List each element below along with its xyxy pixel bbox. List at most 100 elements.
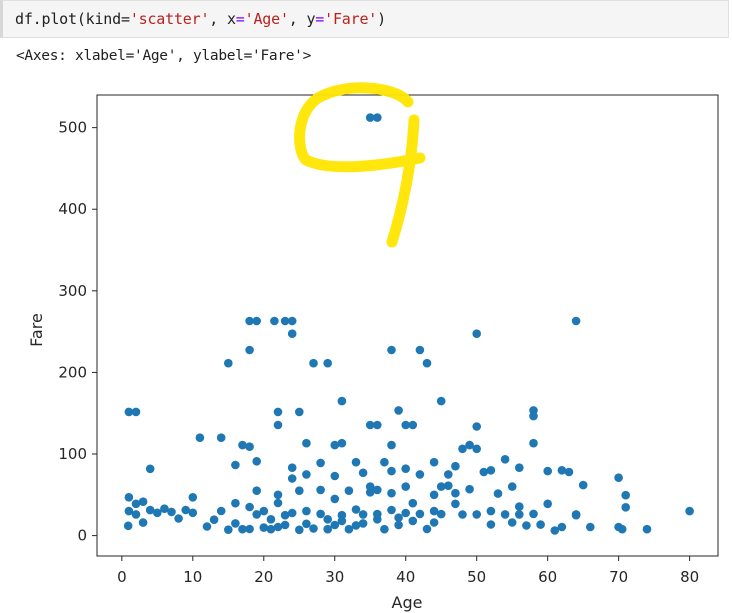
y-tick-label: 200 <box>58 363 87 381</box>
scatter-point <box>124 493 134 502</box>
scatter-point <box>202 522 212 531</box>
scatter-point <box>436 396 446 406</box>
y-ticks: 0 100 200 300 400 500 <box>58 119 97 545</box>
scatter-point <box>351 457 361 467</box>
scatter-point <box>529 509 538 519</box>
scatter-point <box>486 466 496 475</box>
scatter-point <box>415 470 425 479</box>
scatter-point <box>302 506 311 516</box>
scatter-point <box>408 516 418 526</box>
scatter-point <box>507 482 517 491</box>
scatter-point <box>373 485 382 495</box>
scatter-point <box>138 497 148 507</box>
scatter-point <box>302 519 311 529</box>
scatter-point <box>451 461 460 471</box>
scatter-point <box>415 345 425 355</box>
scatter-point <box>316 509 325 519</box>
scatter-point <box>465 484 474 494</box>
scatter-point <box>245 345 254 355</box>
y-tick-label: 400 <box>58 200 87 218</box>
scatter-point <box>515 463 524 473</box>
scatter-point <box>209 515 219 524</box>
scatter-point <box>451 488 460 498</box>
x-tick-label: 80 <box>680 568 699 586</box>
x-tick-label: 10 <box>183 568 202 586</box>
scatter-point <box>380 457 389 467</box>
scatter-point <box>571 510 581 520</box>
scatter-point <box>380 524 389 534</box>
x-tick-label: 70 <box>609 568 628 586</box>
scatter-point <box>259 523 269 532</box>
scatter-point <box>358 519 368 528</box>
y-axis-label: Fare <box>27 313 46 347</box>
scatter-point <box>195 433 205 443</box>
x-ticks: 0 10 20 30 40 50 60 70 80 <box>117 556 699 586</box>
scatter-point <box>358 468 368 478</box>
scatter-point <box>536 520 545 529</box>
scatter-point <box>486 506 496 516</box>
scatter-point <box>295 407 304 417</box>
scatter-point <box>287 329 297 339</box>
scatter-point <box>273 407 283 417</box>
x-axis-label: Age <box>392 593 423 612</box>
scatter-point <box>387 440 396 450</box>
scatter-point <box>486 520 496 529</box>
x-tick-label: 0 <box>117 568 127 586</box>
scatter-point <box>245 524 254 534</box>
scatter-point <box>522 521 531 530</box>
scatter-point <box>252 486 261 496</box>
scatter-point <box>316 458 325 468</box>
scatter-point <box>685 506 694 516</box>
scatter-point <box>238 440 247 450</box>
scatter-point <box>287 316 297 326</box>
scatter-point <box>131 407 141 417</box>
handwritten-9-annotation <box>294 82 426 248</box>
scatter-point <box>408 498 418 508</box>
scatter-point <box>401 464 411 474</box>
scatter-point <box>373 420 382 430</box>
scatter-point <box>586 522 595 532</box>
y-tick-label: 300 <box>58 282 87 300</box>
x-tick-label: 50 <box>467 568 486 586</box>
scatter-point <box>270 316 279 326</box>
scatter-point <box>252 316 261 326</box>
scatter-point <box>429 518 439 527</box>
scatter-point <box>472 422 482 431</box>
scatter-point <box>316 485 325 495</box>
scatter-point <box>280 510 290 520</box>
scatter-point <box>436 482 446 491</box>
scatter-point <box>415 509 425 519</box>
scatter-point <box>578 480 588 490</box>
x-tick-label: 60 <box>538 568 557 586</box>
scatter-point <box>394 406 403 415</box>
scatter-point <box>344 486 354 496</box>
scatter-point <box>444 470 453 479</box>
scatter-point <box>309 358 318 368</box>
scatter-point <box>500 510 510 519</box>
scatter-point <box>280 520 290 530</box>
scatter-plot: 0 10 20 30 40 50 60 70 80 0 100 200 300 400 500 Age F… <box>27 82 719 612</box>
scatter-point <box>472 329 482 339</box>
scatter-point <box>472 444 482 454</box>
scatter-point <box>373 515 382 524</box>
scatter-point <box>309 524 318 533</box>
scatter-point <box>123 521 133 531</box>
scatter-point <box>167 507 176 517</box>
y-tick-label: 500 <box>58 119 87 137</box>
scatter-point <box>401 508 411 518</box>
scatter-point <box>216 433 226 443</box>
scatter-point <box>642 524 652 534</box>
scatter-point <box>273 498 283 508</box>
scatter-point <box>174 514 183 523</box>
scatter-point <box>387 488 396 498</box>
scatter-point <box>330 471 340 481</box>
x-tick-label: 40 <box>396 568 415 586</box>
scatter-point <box>515 502 524 511</box>
x-tick-label: 20 <box>254 568 273 586</box>
scatter-point <box>472 510 482 519</box>
scatter-point <box>287 474 297 483</box>
scatter-point <box>394 513 403 522</box>
scatter-point <box>422 524 432 534</box>
scatter-point <box>231 460 240 470</box>
scatter-point <box>231 498 240 508</box>
